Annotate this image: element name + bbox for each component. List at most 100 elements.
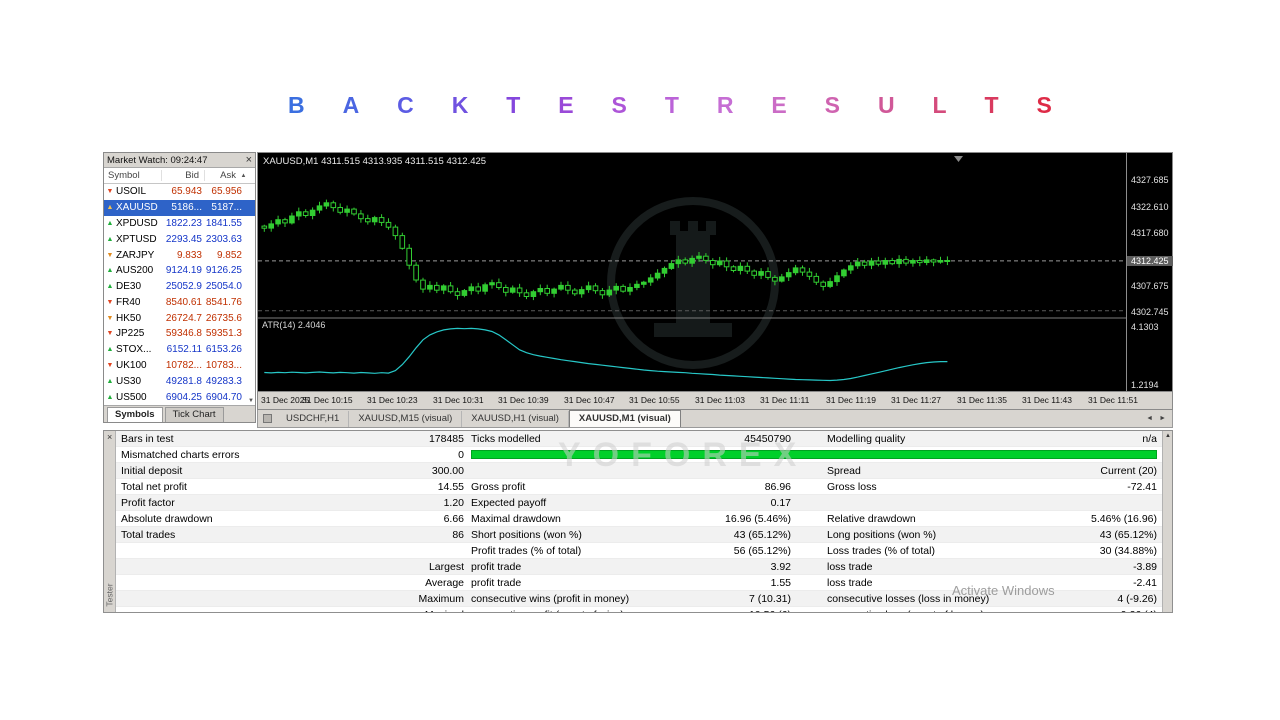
report-value: Maximal: [346, 609, 464, 613]
symbol-name: AUS200: [116, 265, 162, 276]
chart-tab-list: USDCHF,H1XAUUSD,M15 (visual)XAUUSD,H1 (v…: [277, 410, 681, 427]
tabs-scroll-right-icon[interactable]: ►: [1159, 415, 1166, 422]
ask-value: 25054.0: [205, 281, 245, 292]
bid-value: 8540.61: [162, 297, 205, 308]
market-watch-row-aus200[interactable]: ▲AUS2009124.199126.25: [104, 263, 255, 279]
market-watch-row-de30[interactable]: ▲DE3025052.925054.0: [104, 279, 255, 295]
time-axis-label: 31 Dec 10:47: [564, 395, 615, 405]
tabs-scroll-left-icon[interactable]: ◄: [1146, 415, 1153, 422]
report-row[interactable]: Total trades86Short positions (won %)43 …: [116, 527, 1162, 543]
report-value: 300.00: [346, 465, 464, 477]
market-watch-row-hk50[interactable]: ▼HK5026724.726735.6: [104, 310, 255, 326]
time-axis-label: 31 Dec 10:23: [367, 395, 418, 405]
market-watch-row-usoil[interactable]: ▼USOIL65.94365.956: [104, 184, 255, 200]
time-axis-label: 31 Dec 11:11: [760, 395, 809, 405]
chart-tab-xauusd-h1-visual-[interactable]: XAUUSD,H1 (visual): [462, 411, 569, 427]
time-axis-label: 31 Dec 10:39: [498, 395, 549, 405]
column-ask[interactable]: Ask: [205, 170, 238, 181]
ask-value: 8541.76: [205, 297, 245, 308]
chart-window: XAUUSD,M1 4311.515 4313.935 4311.515 431…: [257, 152, 1173, 410]
tester-panel: × Tester Bars in test178485Ticks modelle…: [103, 430, 1173, 613]
report-value: 5.46% (16.96): [1067, 513, 1162, 525]
column-bid[interactable]: Bid: [162, 170, 205, 181]
tab-symbols[interactable]: Symbols: [107, 407, 163, 422]
chart-tab-xauusd-m15-visual-[interactable]: XAUUSD,M15 (visual): [349, 411, 462, 427]
report-value: 6.66: [346, 513, 464, 525]
time-axis-label: 31 Dec 11:27: [891, 395, 941, 405]
chart-list-icon[interactable]: [263, 414, 272, 423]
report-row[interactable]: Maximumconsecutive wins (profit in money…: [116, 591, 1162, 607]
title-letter: S: [612, 92, 627, 119]
report-value: 3.92: [686, 561, 791, 573]
symbol-name: XAUUSD: [116, 202, 162, 213]
market-watch-row-xauusd[interactable]: ▲XAUUSD5186...5187...: [104, 200, 255, 216]
scroll-up-icon[interactable]: ▲: [238, 173, 249, 179]
ask-value: 1841.55: [205, 218, 245, 229]
price-scale-label: 4322.610: [1131, 202, 1169, 212]
market-watch-row-stox[interactable]: ▲STOX...6152.116153.26: [104, 342, 255, 358]
report-value: 86: [346, 529, 464, 541]
candlestick-chart[interactable]: [258, 153, 1126, 391]
bid-value: 26724.7: [162, 313, 205, 324]
bid-value: 2293.45: [162, 234, 205, 245]
report-row[interactable]: Averageprofit trade1.55loss trade-2.41: [116, 575, 1162, 591]
chart-tab-xauusd-m1-visual-[interactable]: XAUUSD,M1 (visual): [569, 410, 681, 427]
report-scrollbar[interactable]: ▲: [1162, 431, 1172, 612]
symbol-up-icon: ▲: [104, 220, 116, 227]
report-row[interactable]: Initial deposit300.00SpreadCurrent (20): [116, 463, 1162, 479]
report-value: -2.41: [1067, 577, 1162, 589]
report-row[interactable]: Largestprofit trade3.92loss trade-3.89: [116, 559, 1162, 575]
scroll-up-icon[interactable]: ▲: [1165, 433, 1171, 439]
report-label: Relative drawdown: [827, 513, 1067, 525]
market-watch-row-xpdusd[interactable]: ▲XPDUSD1822.231841.55: [104, 216, 255, 232]
report-row[interactable]: Mismatched charts errors0: [116, 447, 1162, 463]
report-value: 178485: [346, 433, 464, 445]
price-scale-label: 4327.685: [1131, 175, 1169, 185]
symbol-up-icon: ▲: [104, 236, 116, 243]
ask-value: 26735.6: [205, 313, 245, 324]
close-icon[interactable]: ×: [107, 432, 112, 442]
symbol-name: JP225: [116, 328, 162, 339]
chart-canvas: [258, 153, 1126, 391]
report-row[interactable]: Total net profit14.55Gross profit86.96Gr…: [116, 479, 1162, 495]
tab-tick-chart[interactable]: Tick Chart: [165, 407, 224, 422]
report-label: profit trade: [471, 561, 686, 573]
close-icon[interactable]: ×: [246, 156, 252, 165]
title-letter: E: [771, 92, 786, 119]
report-value: 30 (34.88%): [1067, 545, 1162, 557]
report-row[interactable]: Absolute drawdown6.66Maximal drawdown16.…: [116, 511, 1162, 527]
report-row[interactable]: Bars in test178485Ticks modelled45450790…: [116, 431, 1162, 447]
symbol-down-icon: ▼: [104, 315, 116, 322]
symbol-up-icon: ▲: [104, 394, 116, 401]
report-label: consecutive losses (loss in money): [827, 593, 1067, 605]
report-row[interactable]: Profit trades (% of total)56 (65.12%)Los…: [116, 543, 1162, 559]
symbol-up-icon: ▲: [104, 346, 116, 353]
symbol-down-icon: ▼: [104, 188, 116, 195]
tester-panel-edge: × Tester: [104, 431, 116, 612]
report-value: -72.41: [1067, 481, 1162, 493]
bid-value: 5186...: [162, 202, 205, 213]
column-symbol[interactable]: Symbol: [104, 170, 162, 181]
market-watch-row-fr40[interactable]: ▼FR408540.618541.76: [104, 294, 255, 310]
market-watch-titlebar[interactable]: Market Watch: 09:24:47 ×: [104, 153, 255, 168]
current-price-label: 4312.425: [1127, 256, 1173, 266]
symbol-name: UK100: [116, 360, 162, 371]
scroll-down-icon[interactable]: ▼: [248, 398, 254, 404]
bid-value: 65.943: [162, 186, 205, 197]
market-watch-row-us500[interactable]: ▲US5006904.256904.70: [104, 389, 255, 405]
market-watch-row-uk100[interactable]: ▼UK10010782...10783...: [104, 358, 255, 374]
market-watch-row-xptusd[interactable]: ▲XPTUSD2293.452303.63: [104, 231, 255, 247]
report-row[interactable]: Profit factor1.20Expected payoff0.17: [116, 495, 1162, 511]
report-row[interactable]: Maximalconsecutive profit (count of wins…: [116, 607, 1162, 612]
indicator-scale-label: 4.1303: [1131, 322, 1159, 332]
market-watch-row-zarjpy[interactable]: ▼ZARJPY9.8339.852: [104, 247, 255, 263]
market-watch-row-us30[interactable]: ▲US3049281.849283.3: [104, 373, 255, 389]
bid-value: 59346.8: [162, 328, 205, 339]
chart-tab-usdchf-h1[interactable]: USDCHF,H1: [277, 411, 349, 427]
time-axis-label: 31 Dec 10:31: [433, 395, 484, 405]
symbol-name: US30: [116, 376, 162, 387]
symbol-name: FR40: [116, 297, 162, 308]
title-letter: E: [558, 92, 573, 119]
market-watch-row-jp225[interactable]: ▼JP22559346.859351.3: [104, 326, 255, 342]
report-value: -9.26 (4): [1067, 609, 1162, 613]
